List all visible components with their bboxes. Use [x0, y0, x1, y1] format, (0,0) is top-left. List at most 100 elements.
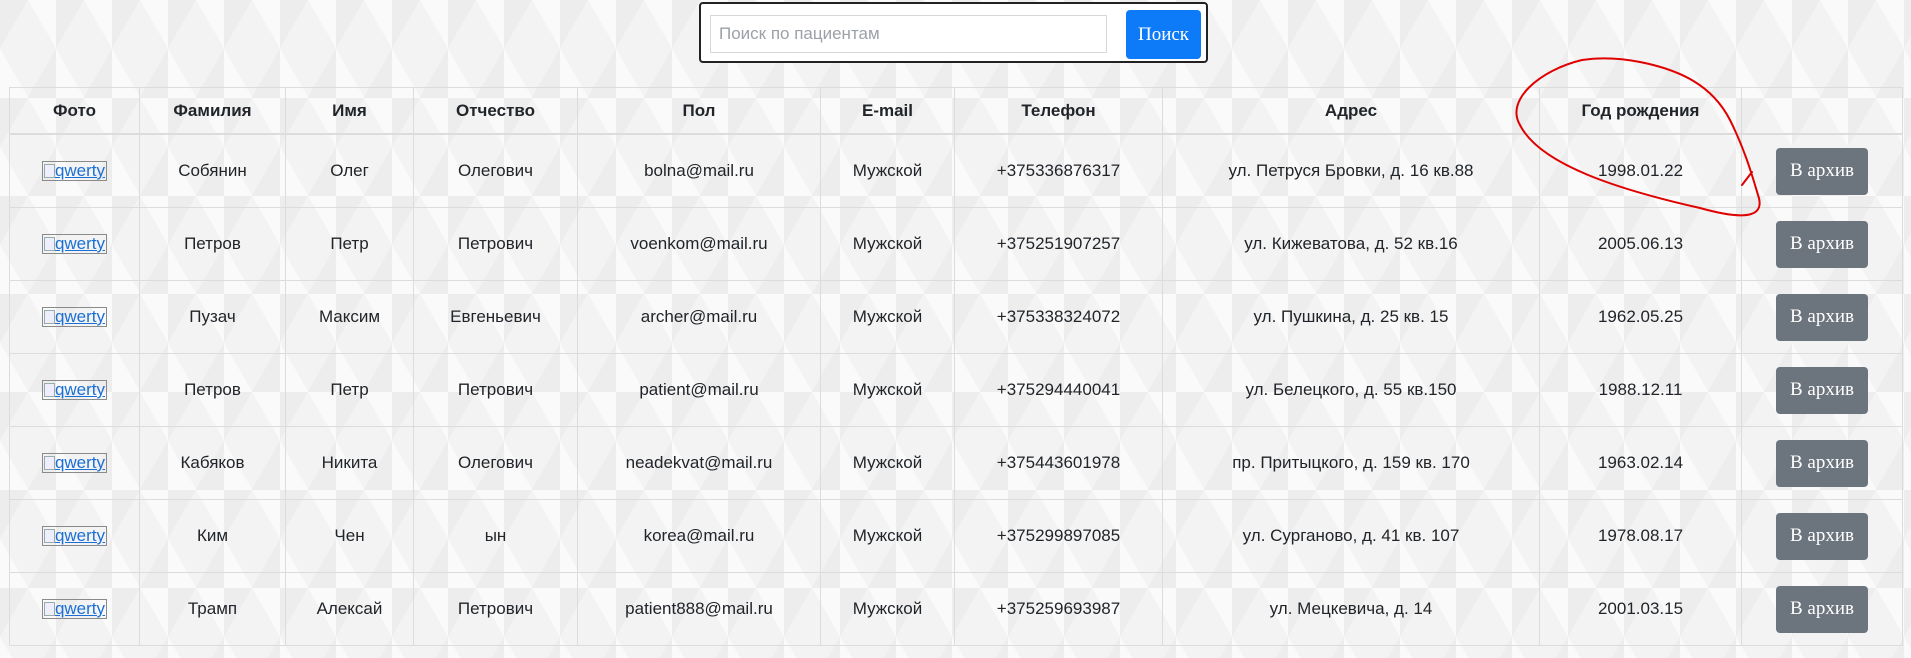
patients-table: Фото Фамилия Имя Отчество Пол E-mail Тел…: [9, 87, 1903, 646]
action-cell: В архив: [1741, 499, 1903, 573]
header-patronymic: Отчество: [413, 87, 578, 135]
photo-cell: qwerty: [9, 499, 140, 573]
birth-cell: 1978.08.17: [1539, 499, 1742, 573]
photo-link[interactable]: qwerty: [41, 307, 108, 327]
photo-cell: qwerty: [9, 207, 140, 281]
patronymic-cell: Петрович: [413, 207, 578, 281]
table-row: qwerty Трамп Алексай Петрович patient888…: [9, 572, 1903, 646]
photo-cell: qwerty: [9, 572, 140, 646]
surname-cell: Собянин: [139, 133, 286, 208]
search-form: Поиск: [699, 2, 1208, 63]
name-cell: Никита: [285, 426, 414, 500]
email-cell: neadekvat@mail.ru: [577, 426, 821, 500]
address-cell: ул. Петруся Бровки, д. 16 кв.88: [1162, 133, 1540, 208]
table-row: qwerty Петров Петр Петрович patient@mail…: [9, 353, 1903, 427]
photo-link[interactable]: qwerty: [41, 526, 108, 546]
address-cell: ул. Мецкевича, д. 14: [1162, 572, 1540, 646]
patronymic-cell: Петрович: [413, 353, 578, 427]
address-cell: ул. Пушкина, д. 25 кв. 15: [1162, 280, 1540, 354]
surname-cell: Пузач: [139, 280, 286, 354]
patronymic-cell: Евгеньевич: [413, 280, 578, 354]
photo-link[interactable]: qwerty: [41, 234, 108, 254]
header-phone: Телефон: [954, 87, 1163, 135]
gender-cell: Мужской: [820, 280, 955, 354]
phone-cell: +375259693987: [954, 572, 1163, 646]
search-input[interactable]: [710, 15, 1107, 53]
header-birth-year: Год рождения: [1539, 87, 1742, 135]
patronymic-cell: Олегович: [413, 133, 578, 208]
surname-cell: Петров: [139, 353, 286, 427]
archive-button[interactable]: В архив: [1776, 293, 1868, 341]
address-cell: ул. Кижеватова, д. 52 кв.16: [1162, 207, 1540, 281]
action-cell: В архив: [1741, 280, 1903, 354]
header-gender: Пол: [577, 87, 821, 135]
phone-cell: +375336876317: [954, 133, 1163, 208]
gender-cell: Мужской: [820, 207, 955, 281]
photo-cell: qwerty: [9, 426, 140, 500]
header-photo: Фото: [9, 87, 140, 135]
photo-link[interactable]: qwerty: [41, 380, 108, 400]
archive-button[interactable]: В архив: [1776, 512, 1868, 560]
phone-cell: +375443601978: [954, 426, 1163, 500]
gender-cell: Мужской: [820, 499, 955, 573]
header-address: Адрес: [1162, 87, 1540, 135]
photo-link[interactable]: qwerty: [41, 599, 108, 619]
birth-cell: 2001.03.15: [1539, 572, 1742, 646]
table-row: qwerty Кабяков Никита Олегович neadekvat…: [9, 426, 1903, 500]
photo-cell: qwerty: [9, 280, 140, 354]
photo-link[interactable]: qwerty: [41, 161, 108, 181]
photo-cell: qwerty: [9, 133, 140, 208]
email-cell: patient@mail.ru: [577, 353, 821, 427]
photo-cell: qwerty: [9, 353, 140, 427]
name-cell: Петр: [285, 207, 414, 281]
phone-cell: +375299897085: [954, 499, 1163, 573]
name-cell: Чен: [285, 499, 414, 573]
table-header-row: Фото Фамилия Имя Отчество Пол E-mail Тел…: [9, 87, 1903, 135]
archive-button[interactable]: В архив: [1776, 147, 1868, 195]
email-cell: bolna@mail.ru: [577, 133, 821, 208]
action-cell: В архив: [1741, 572, 1903, 646]
patronymic-cell: ын: [413, 499, 578, 573]
archive-button[interactable]: В архив: [1776, 366, 1868, 414]
email-cell: voenkom@mail.ru: [577, 207, 821, 281]
birth-cell: 1998.01.22: [1539, 133, 1742, 208]
birth-cell: 1988.12.11: [1539, 353, 1742, 427]
address-cell: ул. Сурганово, д. 41 кв. 107: [1162, 499, 1540, 573]
surname-cell: Трамп: [139, 572, 286, 646]
photo-link[interactable]: qwerty: [41, 453, 108, 473]
address-cell: пр. Притыцкого, д. 159 кв. 170: [1162, 426, 1540, 500]
table-row: qwerty Ким Чен ын korea@mail.ru Мужской …: [9, 499, 1903, 573]
header-surname: Фамилия: [139, 87, 286, 135]
phone-cell: +375338324072: [954, 280, 1163, 354]
table-row: qwerty Пузач Максим Евгеньевич archer@ma…: [9, 280, 1903, 354]
archive-button[interactable]: В архив: [1776, 439, 1868, 487]
phone-cell: +375251907257: [954, 207, 1163, 281]
gender-cell: Мужской: [820, 426, 955, 500]
name-cell: Алексай: [285, 572, 414, 646]
name-cell: Олег: [285, 133, 414, 208]
search-button[interactable]: Поиск: [1126, 10, 1201, 59]
archive-button[interactable]: В архив: [1776, 585, 1868, 633]
gender-cell: Мужской: [820, 353, 955, 427]
header-actions: [1741, 87, 1903, 135]
header-name: Имя: [285, 87, 414, 135]
email-cell: patient888@mail.ru: [577, 572, 821, 646]
birth-cell: 1963.02.14: [1539, 426, 1742, 500]
birth-cell: 2005.06.13: [1539, 207, 1742, 281]
table-row: qwerty Петров Петр Петрович voenkom@mail…: [9, 207, 1903, 281]
name-cell: Петр: [285, 353, 414, 427]
gender-cell: Мужской: [820, 133, 955, 208]
address-cell: ул. Белецкого, д. 55 кв.150: [1162, 353, 1540, 427]
gender-cell: Мужской: [820, 572, 955, 646]
birth-cell: 1962.05.25: [1539, 280, 1742, 354]
surname-cell: Ким: [139, 499, 286, 573]
phone-cell: +375294440041: [954, 353, 1163, 427]
name-cell: Максим: [285, 280, 414, 354]
surname-cell: Кабяков: [139, 426, 286, 500]
surname-cell: Петров: [139, 207, 286, 281]
action-cell: В архив: [1741, 353, 1903, 427]
archive-button[interactable]: В архив: [1776, 220, 1868, 268]
table-row: qwerty Собянин Олег Олегович bolna@mail.…: [9, 133, 1903, 208]
patronymic-cell: Петрович: [413, 572, 578, 646]
action-cell: В архив: [1741, 207, 1903, 281]
